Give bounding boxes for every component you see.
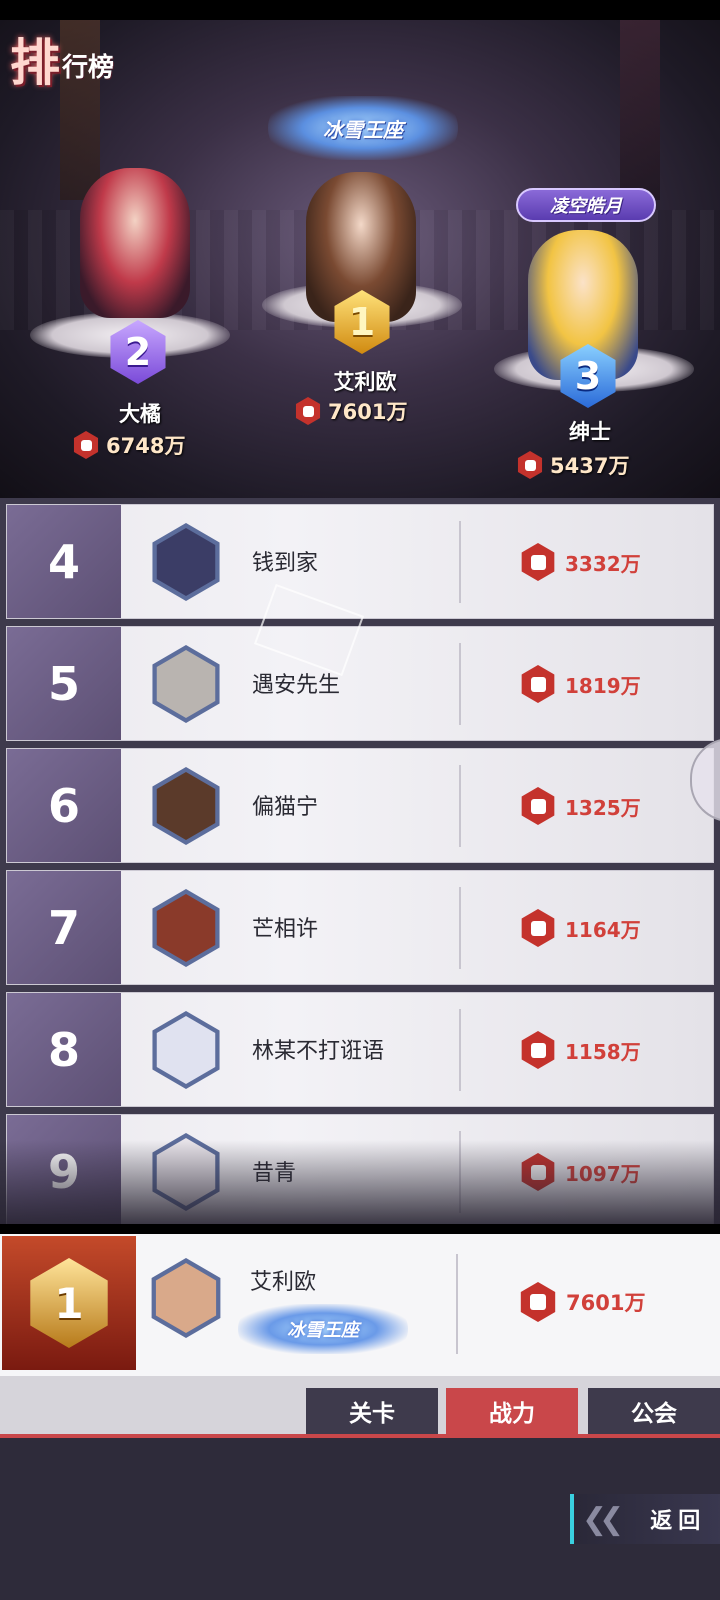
player-power-value: 1325万: [565, 795, 641, 820]
back-button[interactable]: ❮❮ 返回: [570, 1494, 720, 1544]
row-divider: [456, 1254, 458, 1354]
player-power-value: 1819万: [565, 673, 641, 698]
my-power: 7601万: [518, 1282, 645, 1322]
double-chevron-left-icon: ❮❮: [582, 1501, 624, 1537]
back-button-label: 返回: [650, 1509, 707, 1534]
tab-stage[interactable]: 关卡: [306, 1388, 438, 1434]
second-place-power-value: 6748万: [106, 434, 186, 458]
row-divider: [459, 521, 461, 603]
ranking-row[interactable]: 5 遇安先生 1819万: [6, 626, 714, 741]
my-power-value: 7601万: [566, 1291, 646, 1315]
rank-number: 4: [7, 505, 121, 618]
rank-number: 8: [7, 993, 121, 1106]
podium-area: 排 行榜 冰雪王座 凌空皓月 2 大橘 6748万 1 艾利欧 7601万 3 …: [0, 20, 720, 498]
page-title-big: 排: [10, 34, 60, 92]
player-power-value: 1164万: [565, 917, 641, 942]
fist-icon: [520, 1282, 556, 1322]
arena-banner-right: [620, 20, 660, 200]
my-avatar[interactable]: [151, 1258, 221, 1338]
player-power: 1158万: [519, 1031, 641, 1069]
row-divider: [459, 765, 461, 847]
player-name: 钱到家: [252, 551, 319, 576]
player-name: 芒相许: [252, 917, 319, 942]
rank-number: 7: [7, 871, 121, 984]
fist-icon: [295, 397, 321, 425]
player-power: 1819万: [519, 665, 641, 703]
my-rank-medal: 1: [2, 1236, 136, 1370]
fist-icon: [521, 665, 555, 703]
tab-bar: 关卡 战力 公会: [0, 1376, 720, 1438]
player-avatar[interactable]: [152, 1133, 220, 1211]
third-place-title-text: 凌空皓月: [550, 196, 622, 217]
my-rank-row[interactable]: 1 艾利欧 冰雪王座 7601万: [0, 1234, 720, 1376]
player-avatar[interactable]: [152, 767, 220, 845]
bottom-panel: ❮❮ 返回: [0, 1438, 720, 1600]
rank-number: 5: [7, 627, 121, 740]
rank-number: 9: [7, 1115, 121, 1224]
first-place-title-badge: 冰雪王座: [268, 96, 458, 160]
page-title-small: 行榜: [62, 53, 115, 83]
player-power: 3332万: [519, 543, 641, 581]
ranking-row[interactable]: 8 林某不打诳语 1158万: [6, 992, 714, 1107]
first-place-power-value: 7601万: [328, 400, 408, 424]
fist-icon: [521, 787, 555, 825]
player-avatar[interactable]: [152, 645, 220, 723]
player-power: 1164万: [519, 909, 641, 947]
player-power-value: 1097万: [565, 1161, 641, 1186]
first-place-power: 7601万: [294, 396, 407, 426]
tab-power[interactable]: 战力: [446, 1388, 578, 1434]
third-place-title-badge: 凌空皓月: [516, 188, 656, 222]
status-bar: [0, 0, 720, 20]
tab-guild[interactable]: 公会: [588, 1388, 720, 1434]
ranking-row[interactable]: 4 钱到家 3332万: [6, 504, 714, 619]
player-avatar[interactable]: [152, 1011, 220, 1089]
player-avatar[interactable]: [152, 523, 220, 601]
fist-icon: [521, 1153, 555, 1191]
second-place-name: 大橘: [119, 402, 161, 426]
third-place-name: 绅士: [569, 420, 611, 444]
first-place-name: 艾利欧: [333, 370, 397, 394]
row-divider: [459, 1131, 461, 1213]
second-place-character[interactable]: [80, 168, 190, 318]
ranking-list[interactable]: 4 钱到家 3332万 5 遇安先生 1819万 6 偏猫宁 1325万 7 芒…: [0, 498, 720, 1224]
my-rank-number: 1: [30, 1258, 108, 1348]
player-name: 林某不打诳语: [252, 1039, 385, 1064]
player-name: 昔青: [252, 1161, 297, 1186]
player-power: 1097万: [519, 1153, 641, 1191]
second-place-power: 6748万: [72, 430, 185, 460]
ranking-row[interactable]: 9 昔青 1097万: [6, 1114, 714, 1224]
fist-icon: [521, 543, 555, 581]
row-divider: [459, 643, 461, 725]
player-power: 1325万: [519, 787, 641, 825]
third-place-power: 5437万: [516, 450, 629, 480]
third-place-power-value: 5437万: [550, 454, 630, 478]
fist-icon: [517, 451, 543, 479]
page-title: 排 行榜: [10, 38, 114, 88]
fist-icon: [521, 1031, 555, 1069]
fist-icon: [521, 909, 555, 947]
player-power-value: 1158万: [565, 1039, 641, 1064]
ranking-row[interactable]: 6 偏猫宁 1325万: [6, 748, 714, 863]
fist-icon: [73, 431, 99, 459]
my-name: 艾利欧: [250, 1270, 317, 1295]
first-place-title-text: 冰雪王座: [323, 117, 403, 142]
rank-number: 6: [7, 749, 121, 862]
row-divider: [459, 887, 461, 969]
player-name: 遇安先生: [252, 673, 341, 698]
player-avatar[interactable]: [152, 889, 220, 967]
player-power-value: 3332万: [565, 551, 641, 576]
ranking-row[interactable]: 7 芒相许 1164万: [6, 870, 714, 985]
my-title-badge: 冰雪王座: [238, 1304, 408, 1354]
row-divider: [459, 1009, 461, 1091]
player-name: 偏猫宁: [252, 795, 319, 820]
my-title-text: 冰雪王座: [287, 1320, 359, 1341]
